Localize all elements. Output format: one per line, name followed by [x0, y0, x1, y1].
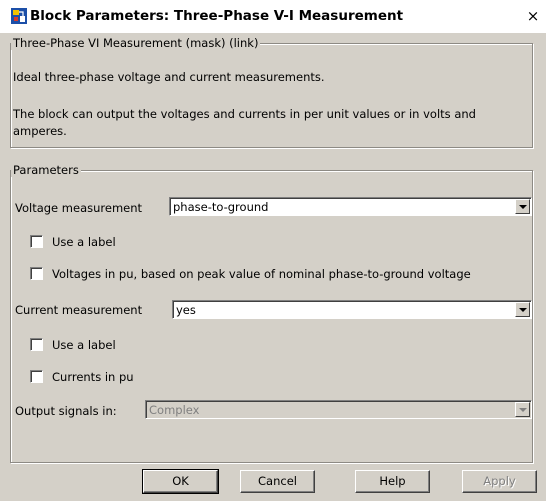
cancel-button[interactable]: Cancel: [240, 470, 315, 493]
description-group: [10, 43, 533, 148]
apply-button: Apply: [462, 470, 537, 493]
current-dropdown-button[interactable]: [515, 302, 530, 317]
use-label-checkbox-1[interactable]: [30, 235, 43, 248]
voltage-measurement-label: Voltage measurement: [15, 201, 143, 215]
help-button[interactable]: Help: [355, 470, 430, 493]
description-text-3: amperes.: [13, 124, 67, 138]
parameters-legend: Parameters: [11, 163, 81, 177]
use-label-text-1: Use a label: [52, 235, 116, 249]
current-measurement-label: Current measurement: [15, 303, 143, 317]
current-measurement-dropdown[interactable]: yes: [172, 300, 532, 319]
currents-pu-checkbox[interactable]: [30, 370, 43, 383]
chevron-down-icon: [519, 205, 527, 209]
chevron-down-icon: [519, 408, 527, 412]
voltage-measurement-value: phase-to-ground: [173, 200, 269, 214]
use-label-text-2: Use a label: [52, 338, 116, 352]
ok-button[interactable]: OK: [142, 469, 219, 494]
currents-pu-text: Currents in pu: [52, 370, 134, 384]
use-label-checkbox-2[interactable]: [30, 338, 43, 351]
output-signals-dropdown: Complex: [145, 400, 532, 419]
output-signals-label: Output signals in:: [15, 404, 117, 418]
title-bar: Block Parameters: Three-Phase V-I Measur…: [0, 0, 546, 33]
output-signals-value: Complex: [149, 403, 200, 417]
description-text-1: Ideal three-phase voltage and current me…: [13, 70, 325, 84]
simulink-block-icon: [11, 8, 27, 24]
voltage-dropdown-button[interactable]: [515, 199, 530, 214]
dialog-window: Block Parameters: Three-Phase V-I Measur…: [0, 0, 546, 501]
current-measurement-value: yes: [176, 303, 196, 317]
close-icon[interactable]: ×: [525, 8, 541, 24]
window-title: Block Parameters: Three-Phase V-I Measur…: [30, 8, 404, 24]
description-text-2: The block can output the voltages and cu…: [13, 107, 476, 121]
output-dropdown-button: [515, 402, 530, 417]
voltages-pu-text: Voltages in pu, based on peak value of n…: [52, 267, 471, 281]
description-legend: Three-Phase VI Measurement (mask) (link): [11, 36, 261, 50]
chevron-down-icon: [519, 308, 527, 312]
voltage-measurement-dropdown[interactable]: phase-to-ground: [169, 197, 532, 216]
voltages-pu-checkbox[interactable]: [30, 267, 43, 280]
dialog-body: Three-Phase VI Measurement (mask) (link)…: [4, 33, 542, 501]
